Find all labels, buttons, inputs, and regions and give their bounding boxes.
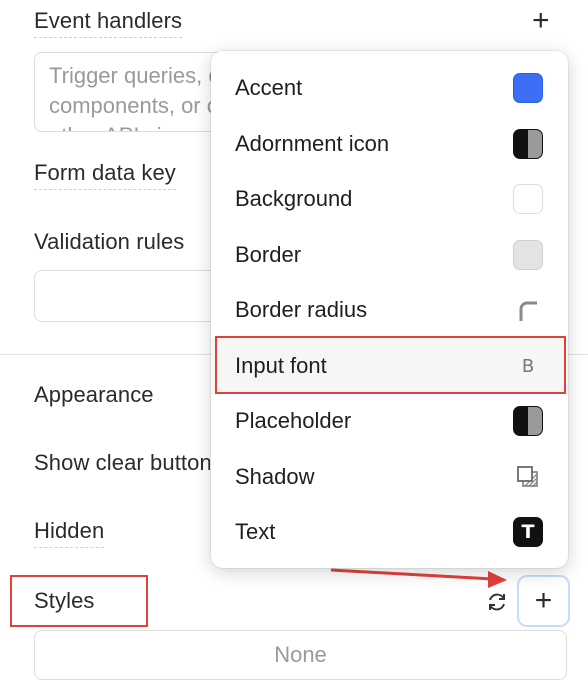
menu-item-label: Shadow [235, 464, 315, 489]
color-swatch-icon [512, 183, 544, 215]
styles-select[interactable]: None [34, 630, 567, 680]
add-style-button[interactable]: + [517, 575, 570, 627]
menu-item-label: Accent [235, 75, 303, 100]
text-glyph: T [521, 521, 535, 543]
shadow-icon [512, 461, 544, 493]
appearance-heading: Appearance [34, 382, 154, 407]
menu-item-background[interactable]: Background [211, 171, 568, 227]
validation-rules-label: Validation rules [34, 229, 185, 254]
show-clear-button-label: Show clear button [34, 450, 210, 475]
styles-highlight-box [10, 575, 148, 627]
menu-item-placeholder[interactable]: Placeholder [211, 393, 568, 449]
add-event-handler-button[interactable]: + [532, 6, 550, 36]
menu-item-adornment-icon[interactable]: Adornment icon [211, 116, 568, 172]
corner-radius-icon [512, 294, 544, 326]
menu-item-label: Border [235, 242, 302, 267]
menu-item-label: Placeholder [235, 408, 352, 433]
color-swatch-icon [512, 72, 544, 104]
event-handlers-label: Event handlers [34, 8, 183, 38]
form-data-key-label: Form data key [34, 160, 176, 190]
styles-select-value: None [274, 642, 327, 667]
menu-item-accent[interactable]: Accent [211, 60, 568, 116]
menu-item-text[interactable]: Text T [211, 504, 568, 560]
menu-item-label: Background [235, 186, 353, 211]
menu-item-label: Adornment icon [235, 131, 390, 156]
reset-styles-icon[interactable] [484, 589, 510, 615]
hidden-label: Hidden [34, 518, 105, 548]
menu-item-border[interactable]: Border [211, 227, 568, 283]
menu-item-shadow[interactable]: Shadow [211, 449, 568, 505]
half-swatch-icon [512, 405, 544, 437]
menu-item-border-radius[interactable]: Border radius [211, 282, 568, 338]
menu-item-label: Border radius [235, 297, 368, 322]
text-icon: T [512, 516, 544, 548]
style-options-menu: Accent Adornment icon Background Border … [211, 51, 568, 568]
half-swatch-icon [512, 128, 544, 160]
menu-item-label: Text [235, 519, 276, 544]
plus-icon: + [534, 584, 553, 617]
input-font-highlight-box [215, 336, 566, 394]
color-swatch-icon [512, 239, 544, 271]
